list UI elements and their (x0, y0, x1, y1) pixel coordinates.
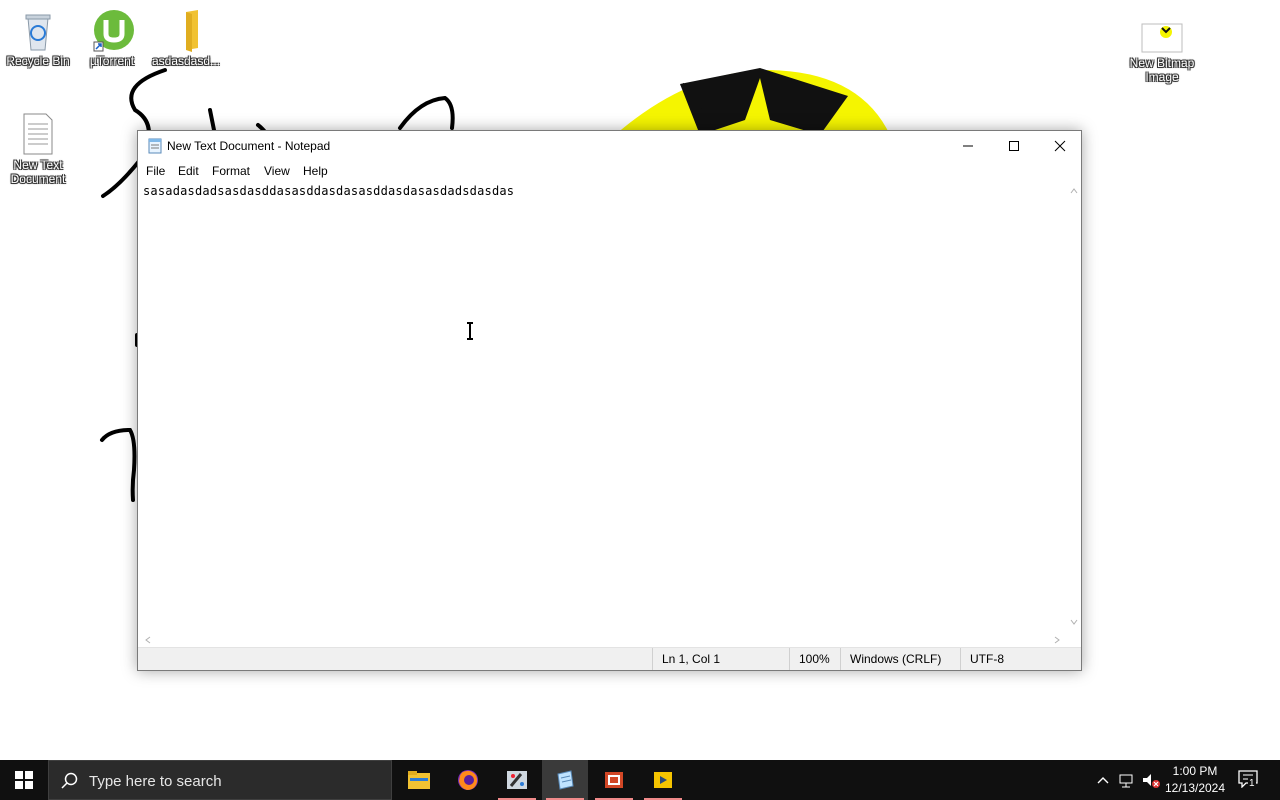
desktop-icon-label: Recycle Bin (6, 54, 70, 68)
status-bar: Ln 1, Col 1 100% Windows (CRLF) UTF-8 (138, 647, 1081, 670)
maximize-icon (1009, 141, 1019, 151)
desktop-icon-recycle-bin[interactable]: Recycle Bin (0, 8, 76, 68)
text-cursor-icon (467, 322, 473, 340)
menu-file[interactable]: File (146, 164, 165, 178)
minimize-button[interactable] (945, 131, 991, 161)
search-placeholder: Type here to search (89, 773, 222, 790)
start-button[interactable] (0, 760, 48, 800)
clock-date: 12/13/2024 (1164, 781, 1226, 795)
bitmap-image-icon (1140, 10, 1184, 54)
firefox-icon (458, 770, 478, 790)
line-endings: Windows (CRLF) (840, 648, 960, 670)
close-icon (1054, 140, 1066, 152)
desktop: Recycle Bin µTorrent asdasdasd... New Te… (0, 0, 1280, 760)
editor-content: sasadasdadsasdasddasasddasdasasddasdasas… (143, 184, 515, 198)
menu-help[interactable]: Help (303, 164, 328, 178)
desktop-icon-label: New Bitmap Image (1129, 56, 1195, 84)
zoom-level: 100% (789, 648, 840, 670)
text-editor[interactable]: sasadasdadsasdasddasasddasdasasddasdasas… (138, 182, 1068, 632)
network-icon[interactable] (1118, 771, 1136, 789)
horizontal-scrollbar[interactable] (138, 632, 1068, 648)
title-bar[interactable]: New Text Document - Notepad (138, 131, 1081, 161)
desktop-icon-new-bitmap-image[interactable]: New Bitmap Image (1124, 10, 1200, 84)
minimize-icon (963, 145, 973, 147)
taskbar-notepad[interactable] (542, 760, 588, 800)
taskbar-firefox[interactable] (445, 760, 491, 800)
notepad-window[interactable]: New Text Document - Notepad File Edit Fo… (137, 130, 1082, 671)
search-box[interactable]: Type here to search (48, 760, 392, 800)
close-button[interactable] (1037, 131, 1083, 161)
desktop-icon-utorrent[interactable]: µTorrent (74, 8, 150, 68)
menu-edit[interactable]: Edit (178, 164, 199, 178)
desktop-icon-label: µTorrent (89, 54, 135, 68)
notepad-app-icon (147, 138, 163, 159)
notification-center-button[interactable]: 1 (1234, 768, 1262, 792)
menu-bar: File Edit Format View Help (138, 161, 1081, 181)
scroll-arrows-icon (145, 636, 1060, 644)
desktop-icon-label: New Text Document (10, 158, 66, 186)
file-explorer-icon (408, 771, 430, 789)
clock-time: 1:00 PM (1172, 764, 1218, 778)
taskbar-paint[interactable] (494, 760, 540, 800)
taskbar: Type here to search 1:00 PM 12/13/2024 1 (0, 760, 1280, 800)
powerpoint-icon (605, 772, 623, 788)
menu-view[interactable]: View (264, 164, 290, 178)
utorrent-icon (90, 8, 134, 52)
notification-count: 1 (1248, 778, 1256, 789)
window-title: New Text Document - Notepad (167, 139, 331, 153)
desktop-icon-folder[interactable]: asdasdasd... (148, 8, 224, 68)
encoding: UTF-8 (960, 648, 1060, 670)
cursor-position: Ln 1, Col 1 (652, 648, 789, 670)
desktop-icon-label: asdasdasd... (151, 54, 221, 68)
scroll-arrows-icon (1070, 188, 1078, 625)
vertical-scrollbar[interactable] (1067, 182, 1081, 632)
text-file-icon (16, 112, 60, 156)
taskbar-media-player[interactable] (640, 760, 686, 800)
clock[interactable]: 1:00 PM 12/13/2024 (1160, 763, 1230, 797)
taskbar-file-explorer[interactable] (396, 760, 442, 800)
recycle-bin-icon (16, 8, 60, 52)
volume-muted-icon[interactable] (1141, 771, 1161, 789)
folder-icon (164, 8, 208, 52)
chevron-up-icon[interactable] (1096, 774, 1110, 786)
search-icon (61, 772, 78, 789)
paint-icon (507, 771, 527, 789)
media-player-icon (654, 772, 672, 788)
desktop-icon-new-text-document[interactable]: New Text Document (0, 112, 76, 186)
menu-format[interactable]: Format (212, 164, 250, 178)
windows-logo-icon (15, 771, 33, 789)
maximize-button[interactable] (991, 131, 1037, 161)
taskbar-powerpoint[interactable] (591, 760, 637, 800)
notepad-icon (557, 770, 574, 790)
